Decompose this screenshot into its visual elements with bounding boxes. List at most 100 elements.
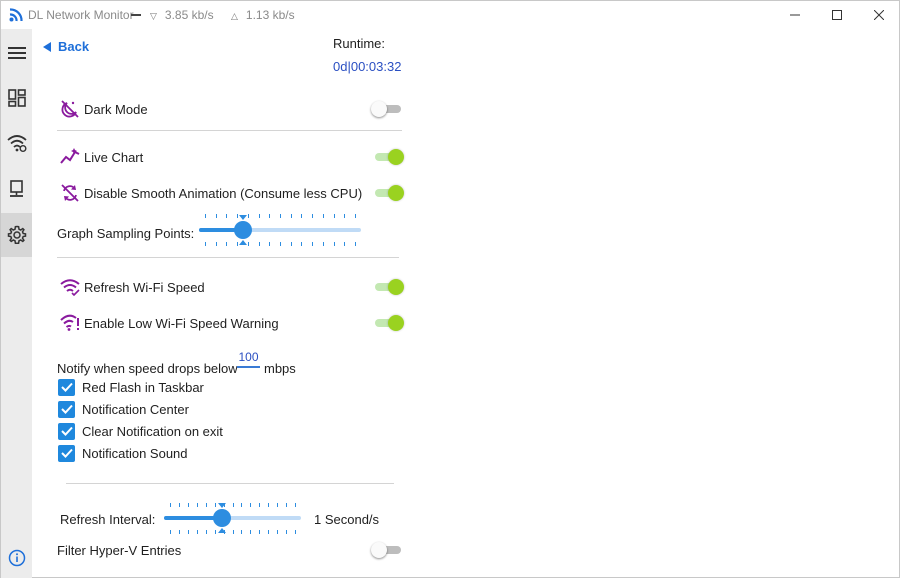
slider-tick — [178, 503, 180, 507]
toggle-knob — [371, 101, 387, 117]
checkbox-row-clear-notification[interactable]: Clear Notification on exit — [58, 422, 223, 440]
slider-tick — [268, 503, 270, 507]
slider-marker-bottom — [238, 240, 247, 245]
close-icon — [874, 10, 884, 20]
slider-tick — [247, 214, 249, 218]
sidebar-item-dashboard[interactable] — [1, 76, 32, 120]
slider-tick — [280, 214, 281, 218]
dark-mode-toggle[interactable] — [371, 101, 403, 117]
slider-tick — [333, 214, 335, 218]
slider-tick — [269, 242, 271, 246]
slider-tick — [301, 242, 303, 246]
wifi-check-icon — [59, 276, 81, 298]
slider-tick — [250, 503, 252, 507]
hamburger-icon — [7, 47, 26, 59]
graph-sampling-slider[interactable] — [199, 214, 361, 246]
live-chart-toggle[interactable] — [375, 149, 405, 165]
toggle-knob — [388, 149, 404, 165]
slider-tick — [312, 242, 314, 246]
notification-sound-label: Notification Sound — [82, 445, 188, 461]
window-title: DL Network Monitor — [28, 8, 134, 22]
info-button[interactable] — [1, 536, 32, 578]
back-arrow-icon — [43, 41, 51, 52]
notify-unit: mbps — [264, 361, 296, 376]
slider-marker-top — [217, 503, 226, 508]
sidebar — [1, 29, 32, 578]
slider-tick — [232, 503, 234, 507]
maximize-button[interactable] — [815, 1, 859, 29]
red-flash-label: Red Flash in Taskbar — [82, 379, 204, 395]
slider-tick — [258, 242, 260, 246]
slider-tick — [286, 503, 288, 507]
slider-tick — [301, 214, 303, 218]
slider-thumb[interactable] — [212, 509, 231, 527]
checkbox-row-notification-sound[interactable]: Notification Sound — [58, 444, 188, 462]
close-button[interactable] — [857, 1, 900, 29]
slider-tick — [344, 214, 346, 218]
sidebar-item-wifi[interactable] — [1, 121, 32, 165]
slider-tick — [241, 530, 243, 534]
clear-notification-checkbox[interactable] — [58, 422, 75, 440]
slider-tick — [205, 242, 206, 246]
upload-arrow-icon: △ — [231, 11, 238, 21]
slider-ticks-top — [199, 214, 361, 220]
notification-sound-checkbox[interactable] — [58, 444, 75, 462]
slider-tick — [258, 214, 260, 218]
checkbox-row-red-flash[interactable]: Red Flash in Taskbar — [58, 378, 204, 396]
slider-thumb[interactable] — [233, 221, 252, 239]
notify-prefix: Notify when speed drops below — [57, 361, 238, 376]
refresh-wifi-toggle[interactable] — [375, 279, 405, 295]
slider-tick — [355, 242, 356, 246]
slider-tick — [322, 214, 324, 218]
clear-notification-label: Clear Notification on exit — [82, 423, 223, 439]
refresh-interval-label: Refresh Interval: — [60, 512, 156, 527]
slider-tick — [214, 503, 216, 507]
smooth-animation-row: Disable Smooth Animation (Consume less C… — [59, 181, 362, 205]
slider-tick — [226, 242, 228, 246]
dark-mode-icon — [59, 98, 81, 120]
slider-tick — [295, 530, 296, 534]
toggle-knob — [371, 542, 387, 558]
slider-tick — [333, 242, 335, 246]
title-bar: DL Network Monitor ▽ 3.85 kb/s △ 1.13 kb/s — [1, 1, 899, 29]
refresh-interval-slider[interactable] — [164, 503, 301, 534]
slider-tick — [232, 530, 234, 534]
sidebar-item-settings[interactable] — [1, 213, 32, 257]
dark-mode-row: Dark Mode — [59, 97, 148, 121]
check-icon — [60, 448, 73, 458]
speed-threshold-input[interactable]: 100 — [237, 350, 260, 368]
refresh-wifi-label: Refresh Wi-Fi Speed — [84, 279, 205, 295]
slider-marker-top — [238, 215, 247, 220]
upload-speed-value: 1.13 kb/s — [245, 8, 295, 22]
back-button[interactable]: Back — [43, 39, 89, 54]
slider-tick — [170, 503, 171, 507]
low-wifi-warning-label: Enable Low Wi-Fi Speed Warning — [84, 315, 279, 331]
low-wifi-warning-toggle[interactable] — [375, 315, 405, 331]
slider-tick — [259, 530, 261, 534]
gear-icon — [7, 225, 26, 245]
slider-tick — [196, 530, 198, 534]
hyperv-label: Filter Hyper-V Entries — [57, 543, 182, 558]
minimize-button[interactable] — [773, 1, 817, 29]
checkbox-row-notification-center[interactable]: Notification Center — [58, 400, 189, 418]
notification-center-checkbox[interactable] — [58, 400, 75, 418]
slider-tick — [286, 530, 288, 534]
minimize-icon — [790, 14, 800, 16]
runtime-label: Runtime: — [333, 36, 386, 51]
notification-center-label: Notification Center — [82, 401, 189, 417]
slider-tick — [170, 530, 171, 534]
sidebar-item-computer[interactable] — [1, 167, 32, 211]
hyperv-toggle[interactable] — [371, 542, 403, 558]
slider-tick — [187, 530, 189, 534]
dark-mode-label: Dark Mode — [84, 101, 148, 117]
red-flash-checkbox[interactable] — [58, 378, 75, 396]
slider-tick — [196, 503, 198, 507]
wifi-settings-icon — [6, 135, 27, 152]
hamburger-menu-button[interactable] — [1, 31, 32, 75]
toggle-knob — [388, 279, 404, 295]
app-window: DL Network Monitor ▽ 3.85 kb/s △ 1.13 kb/s — [0, 0, 900, 578]
smooth-animation-toggle[interactable] — [375, 185, 405, 201]
download-arrow-icon: ▽ — [150, 11, 157, 21]
title-separator — [131, 14, 141, 16]
divider — [57, 257, 399, 258]
